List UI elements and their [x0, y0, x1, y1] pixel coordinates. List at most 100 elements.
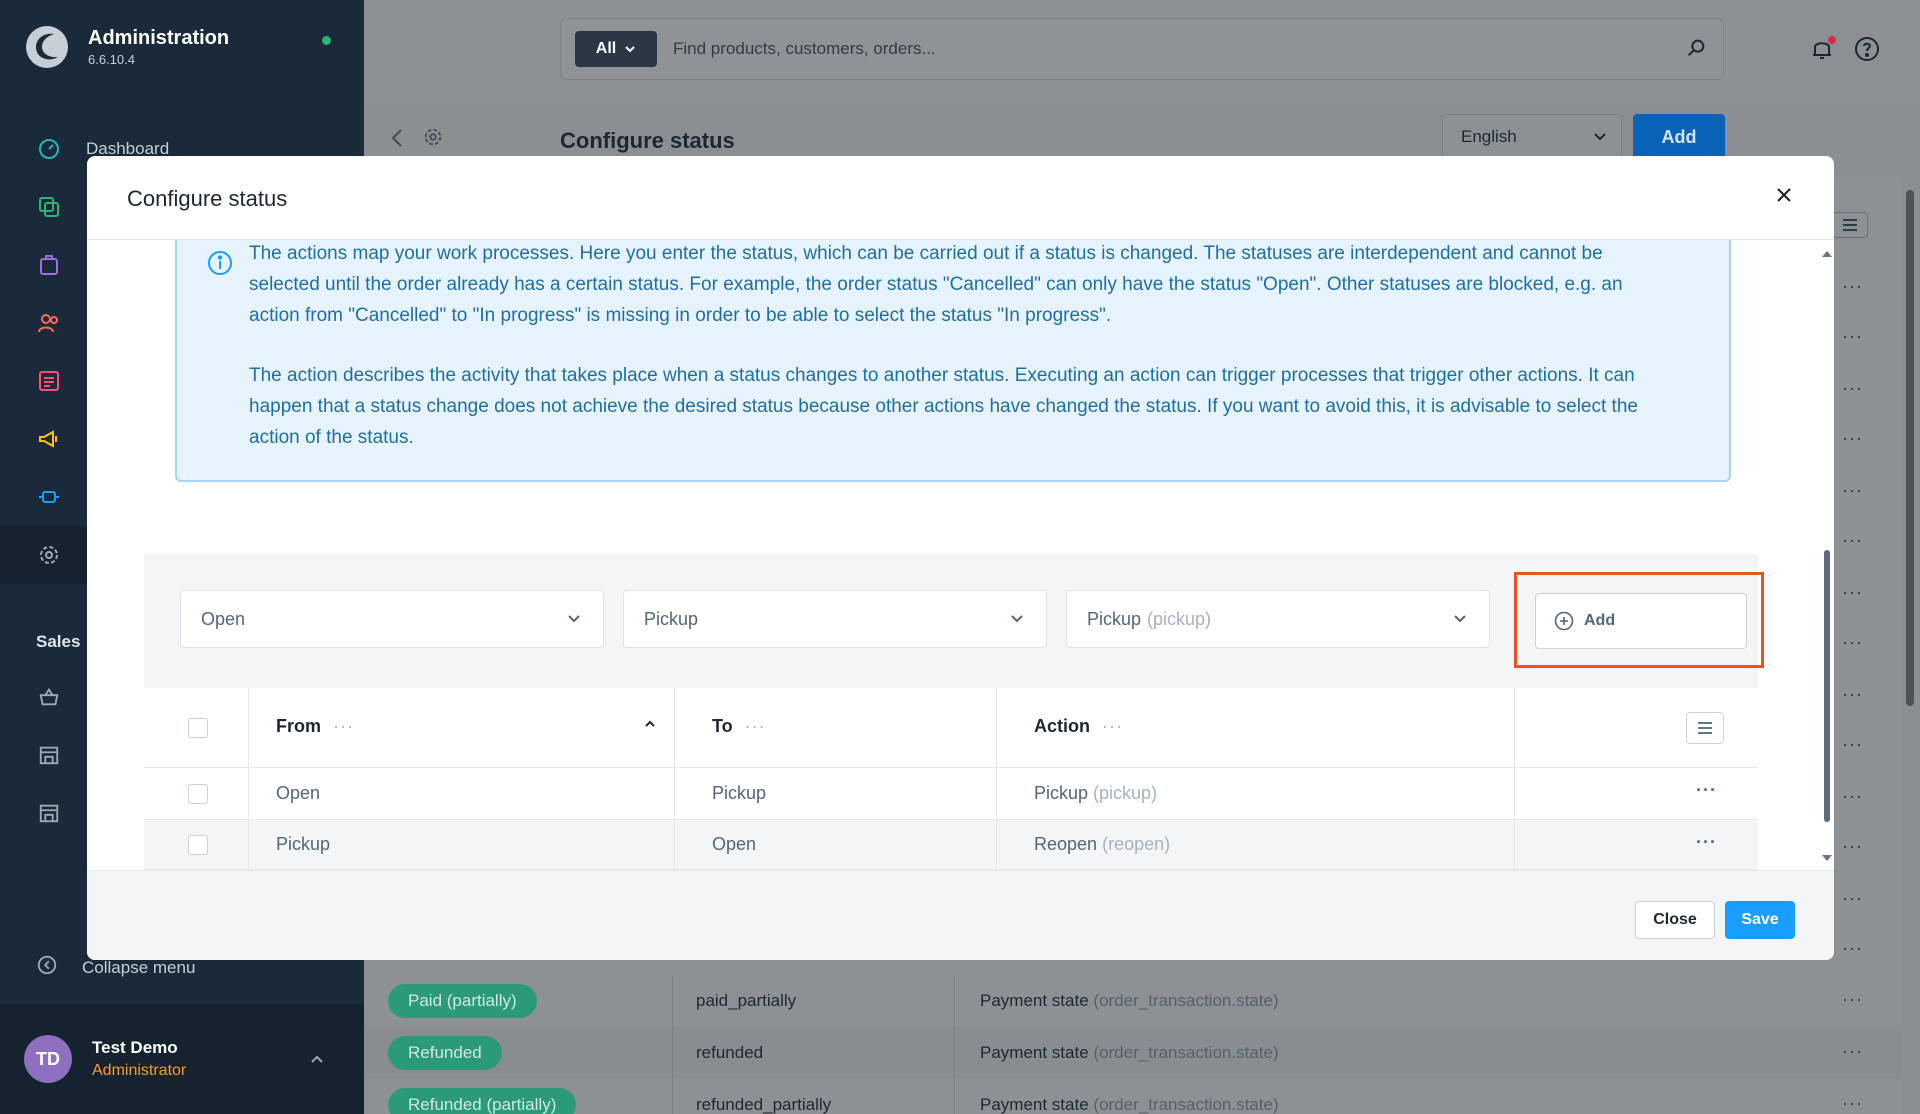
save-button[interactable]: Save	[1725, 901, 1795, 939]
to-status-select[interactable]: Pickup	[623, 590, 1047, 648]
action-name: Reopen	[1034, 834, 1098, 854]
from-status-select[interactable]: Open	[180, 590, 604, 648]
add-transition-button[interactable]: Add	[1535, 593, 1747, 649]
row-actions-icon[interactable]: ···	[1842, 276, 1863, 297]
row-actions-icon[interactable]: ···	[1842, 428, 1863, 449]
language-switch[interactable]: English	[1442, 114, 1622, 160]
scrollbar-thumb[interactable]	[1824, 550, 1830, 822]
status-indicator-dot	[322, 36, 331, 45]
language-label: English	[1461, 127, 1517, 146]
row-actions-icon[interactable]: ···	[1842, 989, 1863, 1010]
state-machine-name: Payment state	[980, 1095, 1089, 1114]
select-all-checkbox[interactable]	[188, 718, 208, 738]
state-machine-name: Payment state	[980, 991, 1089, 1010]
modal-footer: Close Save	[87, 870, 1834, 960]
column-label: From	[276, 716, 321, 736]
plus-circle-icon	[1554, 611, 1574, 631]
modal-body[interactable]: The actions map your work processes. Her…	[87, 240, 1834, 870]
table-row[interactable]: Refunded (partially) refunded_partially …	[364, 1079, 1902, 1114]
row-actions-icon[interactable]: ···	[1696, 780, 1717, 801]
top-bar: All Find products, customers, orders...	[364, 0, 1920, 98]
user-profile[interactable]: TD Test Demo Administrator	[0, 1004, 364, 1114]
row-actions-icon[interactable]: ···	[1842, 326, 1863, 347]
modal-scrollbar[interactable]	[1821, 248, 1833, 868]
customers-icon	[36, 310, 62, 336]
search-scope-dropdown[interactable]: All	[575, 31, 657, 67]
column-menu-icon[interactable]: ···	[745, 716, 766, 736]
state-machine-name: Payment state	[980, 1043, 1089, 1062]
row-actions-icon[interactable]: ···	[1842, 1093, 1863, 1114]
grid-header: From ··· To ··· Action ···	[144, 688, 1758, 768]
row-actions-icon[interactable]: ···	[1842, 582, 1863, 603]
technical-name: refunded_partially	[696, 1095, 832, 1114]
action-key: (reopen)	[1102, 834, 1171, 854]
add-transition-label: Add	[1584, 612, 1616, 629]
chevron-down-icon	[625, 46, 635, 53]
state-machine: Payment state (order_transaction.state)	[980, 991, 1279, 1011]
table-row[interactable]: Pickup Open Reopen (reopen) ···	[144, 820, 1758, 870]
orders-icon	[36, 252, 62, 278]
collapse-menu-label: Collapse menu	[82, 957, 196, 977]
column-header-action[interactable]: Action ···	[1034, 716, 1123, 737]
state-machine-key: (order_transaction.state)	[1093, 1043, 1279, 1062]
back-arrow-icon[interactable]	[390, 128, 404, 148]
add-status-button[interactable]: Add	[1633, 114, 1725, 160]
scroll-down-arrow-icon[interactable]	[1821, 854, 1833, 864]
row-actions-icon[interactable]: ···	[1696, 832, 1717, 853]
row-actions-icon[interactable]: ···	[1842, 480, 1863, 501]
column-divider	[954, 1079, 955, 1114]
help-icon[interactable]	[1854, 36, 1880, 62]
state-machine: Payment state (order_transaction.state)	[980, 1095, 1279, 1114]
app-title: Administration	[88, 27, 230, 49]
row-actions-icon[interactable]: ···	[1842, 734, 1863, 755]
cell-from: Pickup	[276, 834, 331, 854]
chevron-up-icon[interactable]	[310, 1052, 324, 1066]
row-checkbox[interactable]	[188, 835, 208, 855]
close-icon[interactable]	[1775, 186, 1793, 204]
cell-to: Pickup	[712, 783, 767, 803]
global-search[interactable]: All Find products, customers, orders...	[560, 18, 1724, 80]
row-actions-icon[interactable]: ···	[1842, 1041, 1863, 1062]
column-header-from[interactable]: From ···	[276, 716, 354, 737]
from-status-value: Open	[201, 608, 246, 629]
scroll-up-arrow-icon[interactable]	[1821, 248, 1833, 258]
action-select[interactable]: Pickup (pickup)	[1066, 590, 1490, 648]
page-title: Configure status	[560, 128, 735, 153]
sidebar-section-sales: Sales	[36, 632, 81, 651]
row-actions-icon[interactable]: ···	[1842, 530, 1863, 551]
row-actions-icon[interactable]: ···	[1842, 888, 1863, 909]
close-button[interactable]: Close	[1635, 901, 1715, 939]
gear-icon[interactable]	[422, 126, 444, 148]
row-actions-icon[interactable]: ···	[1842, 632, 1863, 653]
search-icon[interactable]	[1685, 37, 1707, 59]
page-scrollbar[interactable]	[1906, 190, 1914, 706]
sort-ascending-icon[interactable]	[644, 718, 656, 730]
row-actions-icon[interactable]: ···	[1842, 836, 1863, 857]
app-title-block: Administration 6.6.10.4	[88, 27, 229, 67]
row-actions-icon[interactable]: ···	[1842, 938, 1863, 959]
column-divider	[954, 1027, 955, 1079]
column-menu-icon[interactable]: ···	[1102, 716, 1123, 736]
to-status-value: Pickup	[644, 608, 699, 629]
table-row[interactable]: Open Pickup Pickup (pickup) ···	[144, 768, 1758, 820]
settings-icon	[36, 542, 62, 568]
table-row[interactable]: Refunded refunded Payment state (order_t…	[364, 1027, 1902, 1079]
row-actions-icon[interactable]: ···	[1842, 684, 1863, 705]
row-actions-icon[interactable]: ···	[1842, 378, 1863, 399]
shopware-logo-icon[interactable]	[24, 24, 70, 70]
grid-settings-button[interactable]	[1686, 712, 1724, 744]
row-actions-icon[interactable]: ···	[1842, 786, 1863, 807]
info-text-paragraph-1: The actions map your work processes. Her…	[249, 243, 1623, 326]
column-menu-icon[interactable]: ···	[333, 716, 354, 736]
table-row[interactable]: Paid (partially) paid_partially Payment …	[364, 975, 1902, 1027]
list-settings-icon[interactable]	[1832, 212, 1868, 238]
search-input[interactable]: Find products, customers, orders...	[673, 39, 936, 59]
info-icon	[208, 251, 232, 275]
chevron-down-icon	[1011, 615, 1023, 623]
column-divider	[672, 1027, 673, 1079]
modal-title: Configure status	[127, 186, 288, 211]
cell-from: Open	[276, 783, 321, 803]
row-checkbox[interactable]	[188, 784, 208, 804]
column-divider	[674, 688, 675, 870]
column-header-to[interactable]: To ···	[712, 716, 766, 737]
